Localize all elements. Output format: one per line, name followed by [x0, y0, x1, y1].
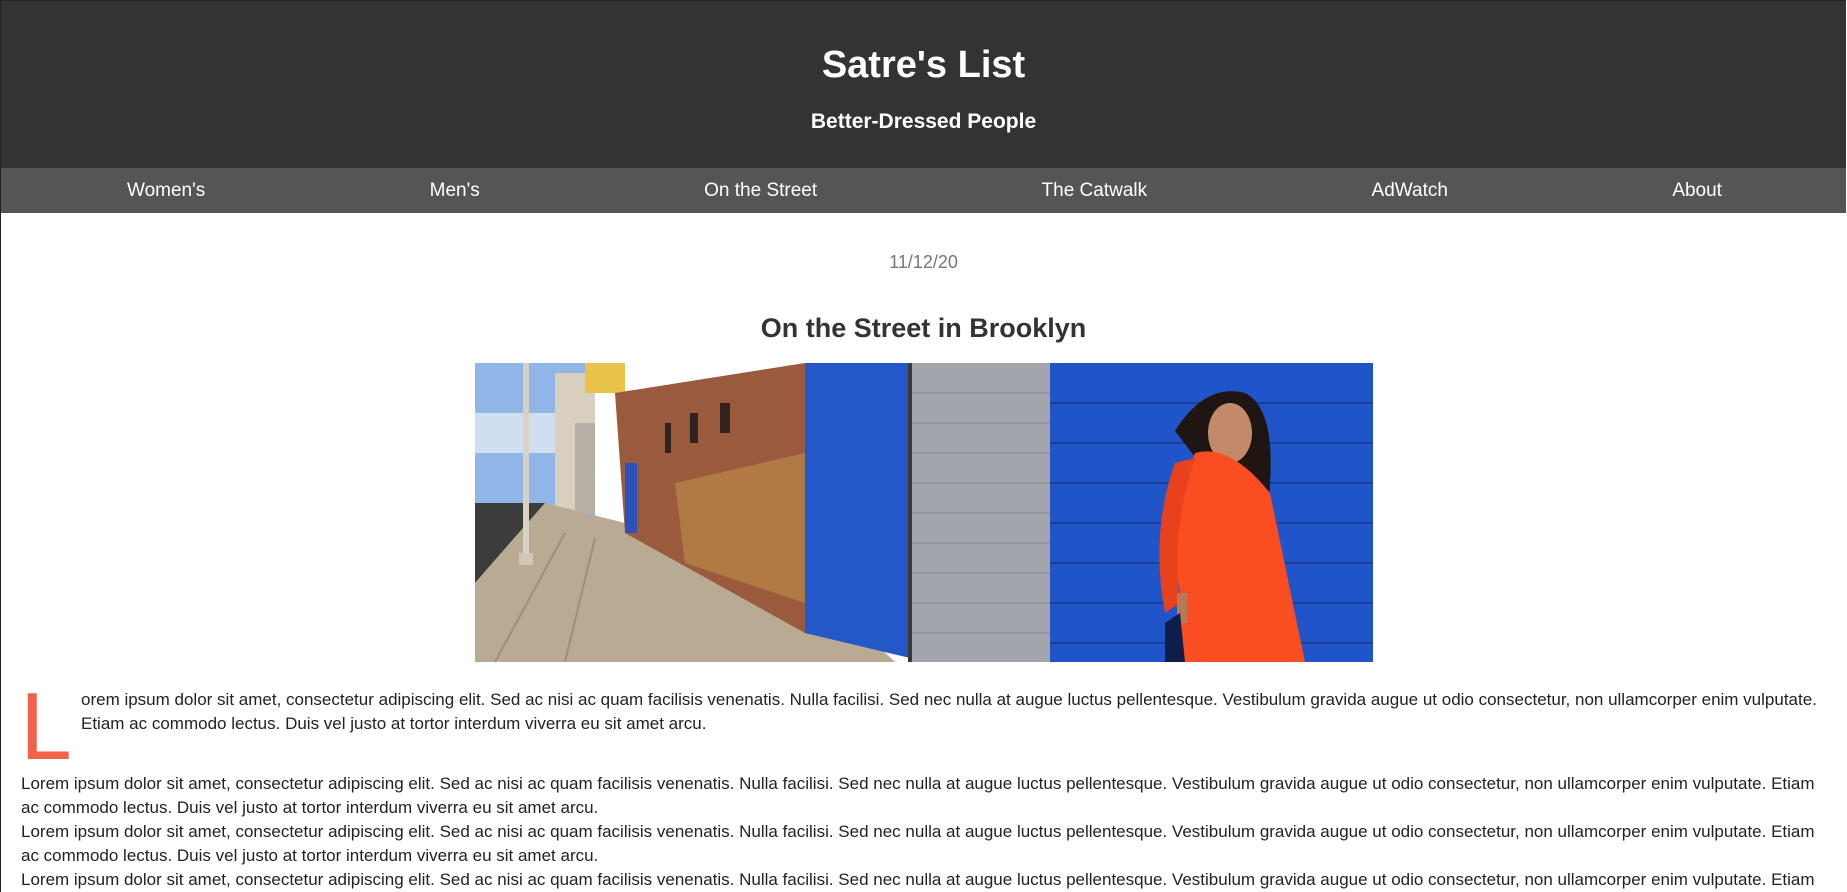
- paragraph: Lorem ipsum dolor sit amet, consectetur …: [21, 870, 1815, 889]
- article-body: Lorem ipsum dolor sit amet, consectetur …: [1, 684, 1846, 892]
- post-date: 11/12/20: [889, 252, 958, 272]
- lamp-post: [522, 363, 529, 558]
- window: [689, 413, 698, 443]
- window: [664, 423, 671, 453]
- lead-paragraph: Lorem ipsum dolor sit amet, consectetur …: [19, 684, 1828, 774]
- site-title[interactable]: Satre's List: [1, 43, 1846, 87]
- nav-adwatch[interactable]: AdWatch: [1372, 180, 1448, 202]
- hero-image: [474, 363, 1373, 662]
- site-tagline: Better-Dressed People: [810, 110, 1037, 133]
- paragraph: Lorem ipsum dolor sit amet, consectetur …: [21, 774, 1815, 817]
- nav-mens[interactable]: Men's: [430, 180, 480, 202]
- nav-the-catwalk[interactable]: The Catwalk: [1042, 180, 1148, 202]
- paragraph: Lorem ipsum dolor sit amet, consectetur …: [21, 822, 1815, 865]
- drop-cap: L: [19, 676, 70, 781]
- yellow-building: [584, 363, 625, 393]
- page-frame: Satre's List Better-Dressed People Women…: [0, 0, 1846, 892]
- blue-panel: [804, 363, 910, 658]
- paragraph-list: Lorem ipsum dolor sit amet, consectetur …: [21, 772, 1828, 892]
- lead-paragraph-text: orem ipsum dolor sit amet, consectetur a…: [81, 690, 1817, 733]
- site-header: Satre's List Better-Dressed People: [1, 1, 1846, 168]
- window: [719, 403, 730, 433]
- nav-womens[interactable]: Women's: [127, 180, 205, 202]
- main-nav: Women's Men's On the Street The Catwalk …: [1, 168, 1846, 213]
- nav-on-the-street[interactable]: On the Street: [704, 180, 817, 202]
- article: 11/12/20 On the Street in Brooklyn L ore…: [1, 251, 1846, 892]
- post-title: On the Street in Brooklyn: [760, 313, 1087, 343]
- nav-about[interactable]: About: [1672, 180, 1722, 202]
